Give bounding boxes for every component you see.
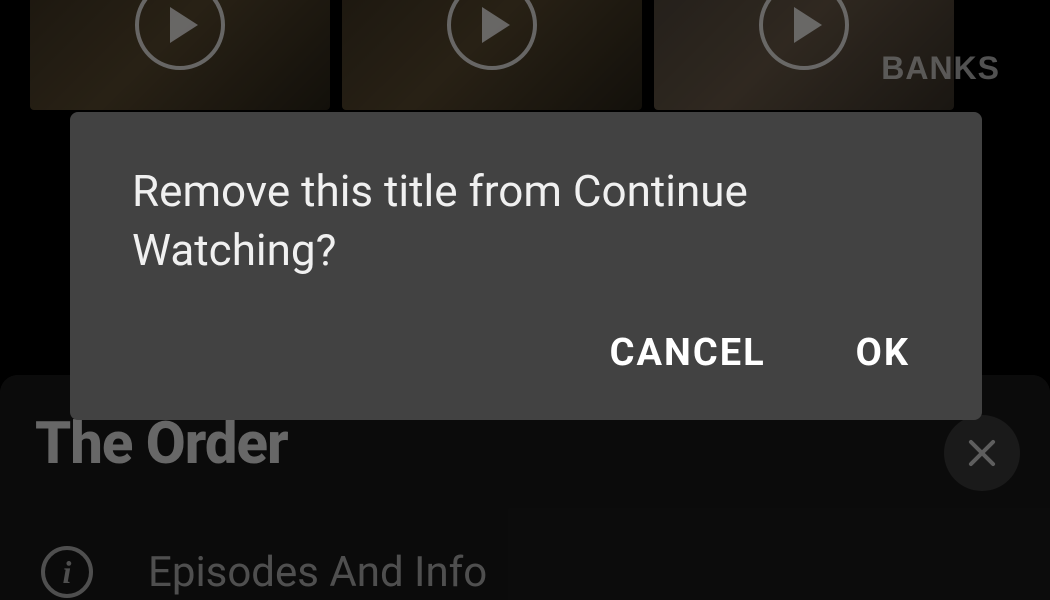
sheet-title: The Order [35,410,1015,478]
close-icon [963,434,1001,472]
info-icon: i [41,546,93,598]
dialog-actions: CANCEL OK [132,331,920,390]
confirm-dialog: Remove this title from Continue Watching… [70,112,982,420]
cancel-button[interactable]: CANCEL [610,331,766,375]
dialog-message: Remove this title from Continue Watching… [132,162,920,331]
row-label: Episodes And Info [148,548,487,597]
episodes-info-row[interactable]: i Episodes And Info [41,546,1015,598]
ok-button[interactable]: OK [856,331,910,375]
close-button[interactable] [944,415,1020,491]
